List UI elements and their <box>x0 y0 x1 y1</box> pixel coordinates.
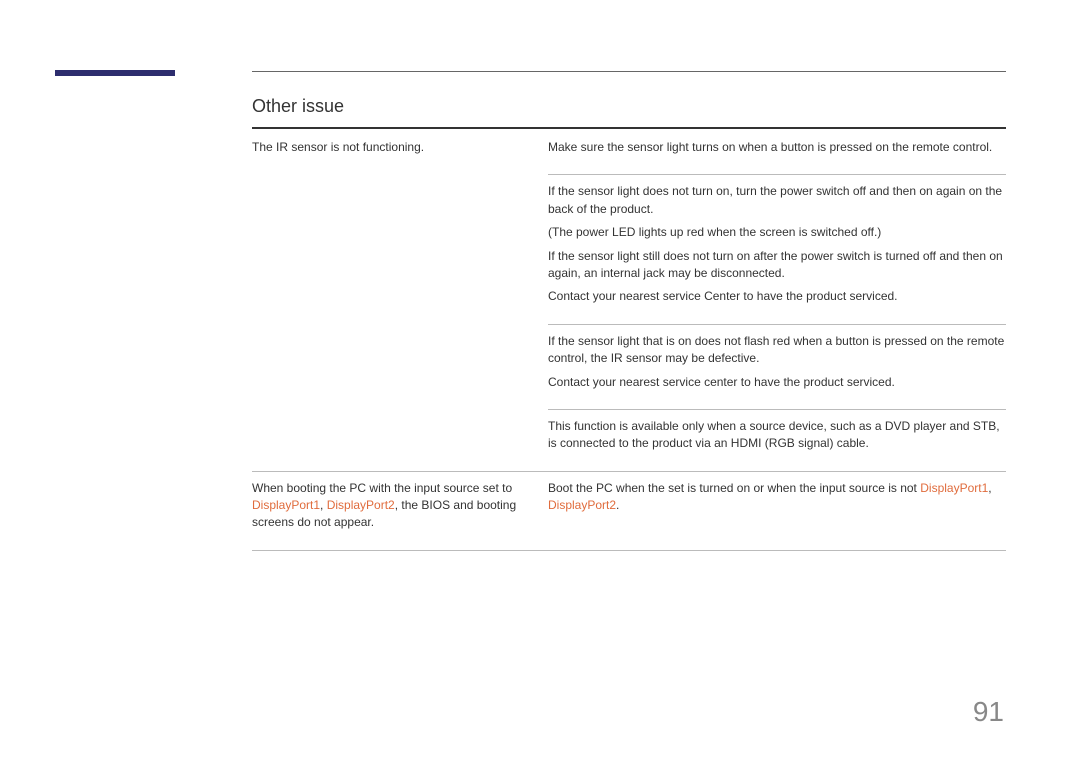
issue-text-part: When booting the PC with the input sourc… <box>252 481 512 495</box>
solution-text-end: . <box>616 498 619 512</box>
table-row: When booting the PC with the input sourc… <box>252 480 1006 542</box>
solution-text: Boot the PC when the set is turned on or… <box>548 480 1006 515</box>
top-rule <box>252 71 1006 72</box>
solution-cell: This function is available only when a s… <box>548 418 1006 453</box>
issue-cell-empty <box>252 183 548 305</box>
issue-text: The IR sensor is not functioning. <box>252 140 424 154</box>
highlight-displayport1: DisplayPort1 <box>252 498 320 512</box>
solution-cell: If the sensor light does not turn on, tu… <box>548 183 1006 305</box>
issue-text-sep: , <box>320 498 327 512</box>
table-row: If the sensor light does not turn on, tu… <box>252 183 1006 315</box>
solution-text: Make sure the sensor light turns on when… <box>548 139 1006 156</box>
solution-block: This function is available only when a s… <box>548 418 1006 453</box>
page-content: Other issue The IR sensor is not functio… <box>252 71 1006 559</box>
solution-text: Contact your nearest service Center to h… <box>548 288 1006 305</box>
table-row: If the sensor light that is on does not … <box>252 333 1006 401</box>
solution-block: If the sensor light does not turn on, tu… <box>548 183 1006 305</box>
solution-text: This function is available only when a s… <box>548 418 1006 453</box>
solution-divider <box>548 174 1006 175</box>
highlight-displayport2: DisplayPort2 <box>548 498 616 512</box>
issue-cell-empty <box>252 418 548 453</box>
solution-text: Contact your nearest service center to h… <box>548 374 1006 391</box>
section-title: Other issue <box>252 96 1006 117</box>
solution-divider <box>548 324 1006 325</box>
row-divider <box>252 471 1006 472</box>
solution-text-part: Boot the PC when the set is turned on or… <box>548 481 920 495</box>
issue-cell: The IR sensor is not functioning. <box>252 139 548 156</box>
solution-text: If the sensor light does not turn on, tu… <box>548 183 1006 218</box>
solution-text: If the sensor light that is on does not … <box>548 333 1006 368</box>
title-rule <box>252 127 1006 129</box>
solution-text: (The power LED lights up red when the sc… <box>548 224 1006 241</box>
solution-cell: Make sure the sensor light turns on when… <box>548 139 1006 156</box>
solution-cell: Boot the PC when the set is turned on or… <box>548 480 1006 532</box>
issue-cell-empty <box>252 333 548 391</box>
solution-block: If the sensor light that is on does not … <box>548 333 1006 391</box>
issue-cell: When booting the PC with the input sourc… <box>252 480 548 532</box>
table-row: This function is available only when a s… <box>252 418 1006 463</box>
solution-text-sep: , <box>988 481 991 495</box>
row-divider <box>252 550 1006 551</box>
table-row: The IR sensor is not functioning. Make s… <box>252 139 1006 166</box>
solution-divider <box>548 409 1006 410</box>
page-number: 91 <box>973 696 1004 728</box>
chapter-tab-marker <box>55 70 175 76</box>
highlight-displayport2: DisplayPort2 <box>327 498 395 512</box>
solution-block: Make sure the sensor light turns on when… <box>548 139 1006 156</box>
solution-block: Boot the PC when the set is turned on or… <box>548 480 1006 515</box>
solution-cell: If the sensor light that is on does not … <box>548 333 1006 391</box>
solution-text: If the sensor light still does not turn … <box>548 248 1006 283</box>
highlight-displayport1: DisplayPort1 <box>920 481 988 495</box>
